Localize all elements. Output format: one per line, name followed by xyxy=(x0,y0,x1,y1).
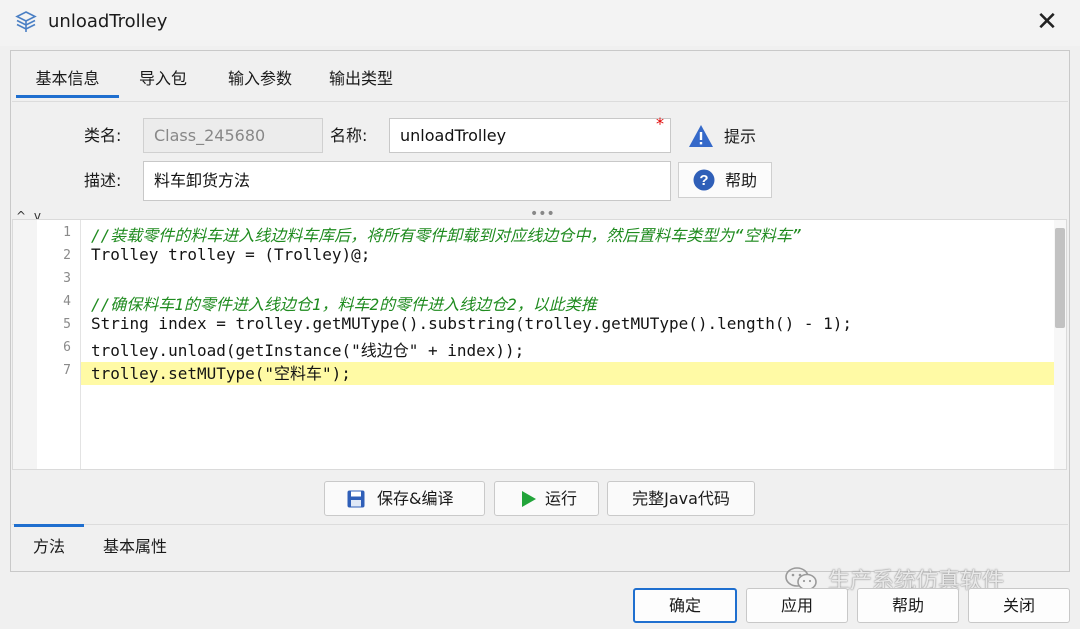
run-button[interactable]: 运行 xyxy=(494,481,599,516)
tab-divider xyxy=(12,101,1068,102)
cube-stack-icon xyxy=(15,11,37,32)
description-label: 描述: xyxy=(84,171,122,190)
line-number: 2 xyxy=(63,248,71,263)
footer-close-button[interactable]: 关闭 xyxy=(968,588,1070,623)
warning-icon xyxy=(689,125,713,147)
line-number: 6 xyxy=(63,340,71,355)
line-number: 5 xyxy=(63,317,71,332)
line-number: 4 xyxy=(63,294,71,309)
class-name-label: 类名: xyxy=(84,126,122,145)
bottom-tab-divider xyxy=(12,524,1068,525)
line-number: 3 xyxy=(63,271,71,286)
tab-input-params[interactable]: 输入参数 xyxy=(212,60,308,98)
code-line: String index = trolley.getMUType().subst… xyxy=(91,314,852,333)
line-number: 7 xyxy=(63,363,71,378)
help-circle-icon: ? xyxy=(693,169,715,191)
play-icon xyxy=(522,491,536,507)
name-label: 名称: xyxy=(330,126,368,145)
save-compile-label: 保存&编译 xyxy=(377,489,454,508)
line-number: 1 xyxy=(63,225,71,240)
required-mark: * xyxy=(656,114,664,133)
tab-basic-info[interactable]: 基本信息 xyxy=(16,60,119,98)
run-label: 运行 xyxy=(545,489,578,508)
apply-button[interactable]: 应用 xyxy=(746,588,848,623)
code-line: trolley.unload(getInstance("线边仓" + index… xyxy=(91,341,525,360)
scrollbar-thumb[interactable] xyxy=(1055,228,1065,328)
code-line: //装载零件的料车进入线边料车库后，将所有零件卸载到对应线边仓中，然后置料车类型… xyxy=(91,226,802,245)
footer-help-button[interactable]: 帮助 xyxy=(857,588,959,623)
ok-button[interactable]: 确定 xyxy=(633,588,737,623)
class-name-field: Class_245680 xyxy=(143,118,323,153)
tab-import-packages[interactable]: 导入包 xyxy=(124,60,202,98)
save-disk-icon xyxy=(347,490,365,508)
code-line: Trolley trolley = (Trolley)@; xyxy=(91,245,371,264)
full-java-code-button[interactable]: 完整Java代码 xyxy=(607,481,755,516)
svg-text:?: ? xyxy=(699,172,708,189)
code-line: trolley.setMUType("空料车"); xyxy=(91,364,351,383)
tab-method[interactable]: 方法 xyxy=(14,524,84,564)
code-line: //确保料车1的零件进入线边仓1，料车2的零件进入线边仓2，以此类推 xyxy=(91,295,597,314)
close-icon[interactable]: ✕ xyxy=(1034,8,1060,36)
help-button[interactable]: ? 帮助 xyxy=(678,162,772,198)
window-title: unloadTrolley xyxy=(48,11,168,32)
help-label: 帮助 xyxy=(725,171,758,190)
code-editor[interactable]: 1 2 3 4 5 6 7 //装载零件的料车进入线边料车库后，将所有零件卸载到… xyxy=(12,219,1067,470)
hint-button[interactable]: 提示 xyxy=(688,119,778,155)
fold-gutter xyxy=(13,220,37,469)
name-input[interactable]: unloadTrolley xyxy=(389,118,671,153)
hint-label: 提示 xyxy=(724,127,757,146)
description-input[interactable]: 料车卸货方法 xyxy=(143,161,671,201)
tab-output-type[interactable]: 输出类型 xyxy=(316,60,406,98)
save-compile-button[interactable]: 保存&编译 xyxy=(324,481,485,516)
tab-basic-properties[interactable]: 基本属性 xyxy=(88,527,182,567)
